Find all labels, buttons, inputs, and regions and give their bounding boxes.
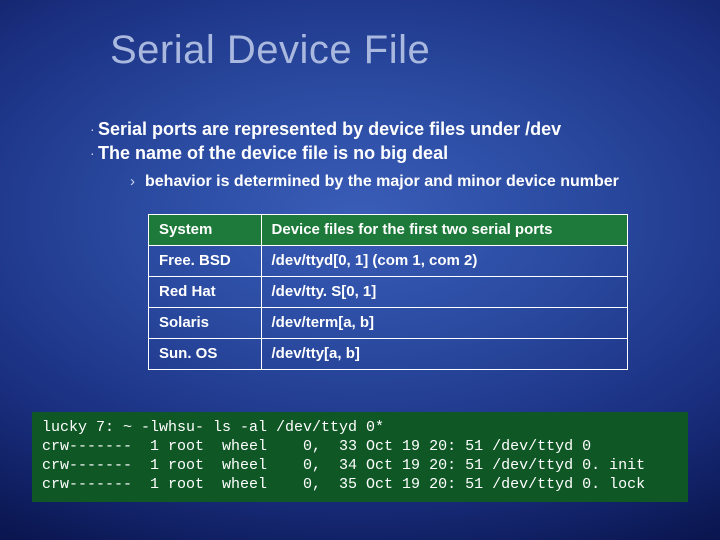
table-cell: Free. BSD <box>149 246 262 277</box>
slide: Serial Device File · Serial ports are re… <box>0 0 720 540</box>
bullet-item: · Serial ports are represented by device… <box>90 118 680 140</box>
sub-bullet-item: › behavior is determined by the major an… <box>130 172 680 192</box>
terminal-line: crw------- 1 root wheel 0, 34 Oct 19 20:… <box>42 457 645 474</box>
table-header-cell: Device files for the first two serial po… <box>261 215 627 246</box>
terminal-line: lucky 7: ~ -lwhsu- ls -al /dev/ttyd 0* <box>42 419 384 436</box>
table-cell: /dev/term[a, b] <box>261 308 627 339</box>
terminal-block: lucky 7: ~ -lwhsu- ls -al /dev/ttyd 0* c… <box>32 412 688 502</box>
bullet-icon: · <box>90 142 98 164</box>
bullet-text: Serial ports are represented by device f… <box>98 118 561 140</box>
table-header-row: System Device files for the first two se… <box>149 215 628 246</box>
table-cell: Solaris <box>149 308 262 339</box>
bullet-text: The name of the device file is no big de… <box>98 142 448 164</box>
table-row: Free. BSD /dev/ttyd[0, 1] (com 1, com 2) <box>149 246 628 277</box>
table-cell: Red Hat <box>149 277 262 308</box>
slide-content: · Serial ports are represented by device… <box>90 118 680 370</box>
sub-bullet-text: behavior is determined by the major and … <box>145 172 619 192</box>
slide-title: Serial Device File <box>110 28 430 73</box>
terminal-line: crw------- 1 root wheel 0, 33 Oct 19 20:… <box>42 438 591 455</box>
terminal-line: crw------- 1 root wheel 0, 35 Oct 19 20:… <box>42 476 645 493</box>
table-cell: /dev/tty[a, b] <box>261 339 627 370</box>
table-row: Solaris /dev/term[a, b] <box>149 308 628 339</box>
table-header-cell: System <box>149 215 262 246</box>
bullet-item: · The name of the device file is no big … <box>90 142 680 164</box>
table-row: Sun. OS /dev/tty[a, b] <box>149 339 628 370</box>
device-table: System Device files for the first two se… <box>148 214 628 370</box>
terminal-output: lucky 7: ~ -lwhsu- ls -al /dev/ttyd 0* c… <box>42 418 678 494</box>
table-row: Red Hat /dev/tty. S[0, 1] <box>149 277 628 308</box>
bullet-icon: · <box>90 118 98 140</box>
chevron-right-icon: › <box>130 172 135 192</box>
table-cell: /dev/ttyd[0, 1] (com 1, com 2) <box>261 246 627 277</box>
table-cell: /dev/tty. S[0, 1] <box>261 277 627 308</box>
table-cell: Sun. OS <box>149 339 262 370</box>
